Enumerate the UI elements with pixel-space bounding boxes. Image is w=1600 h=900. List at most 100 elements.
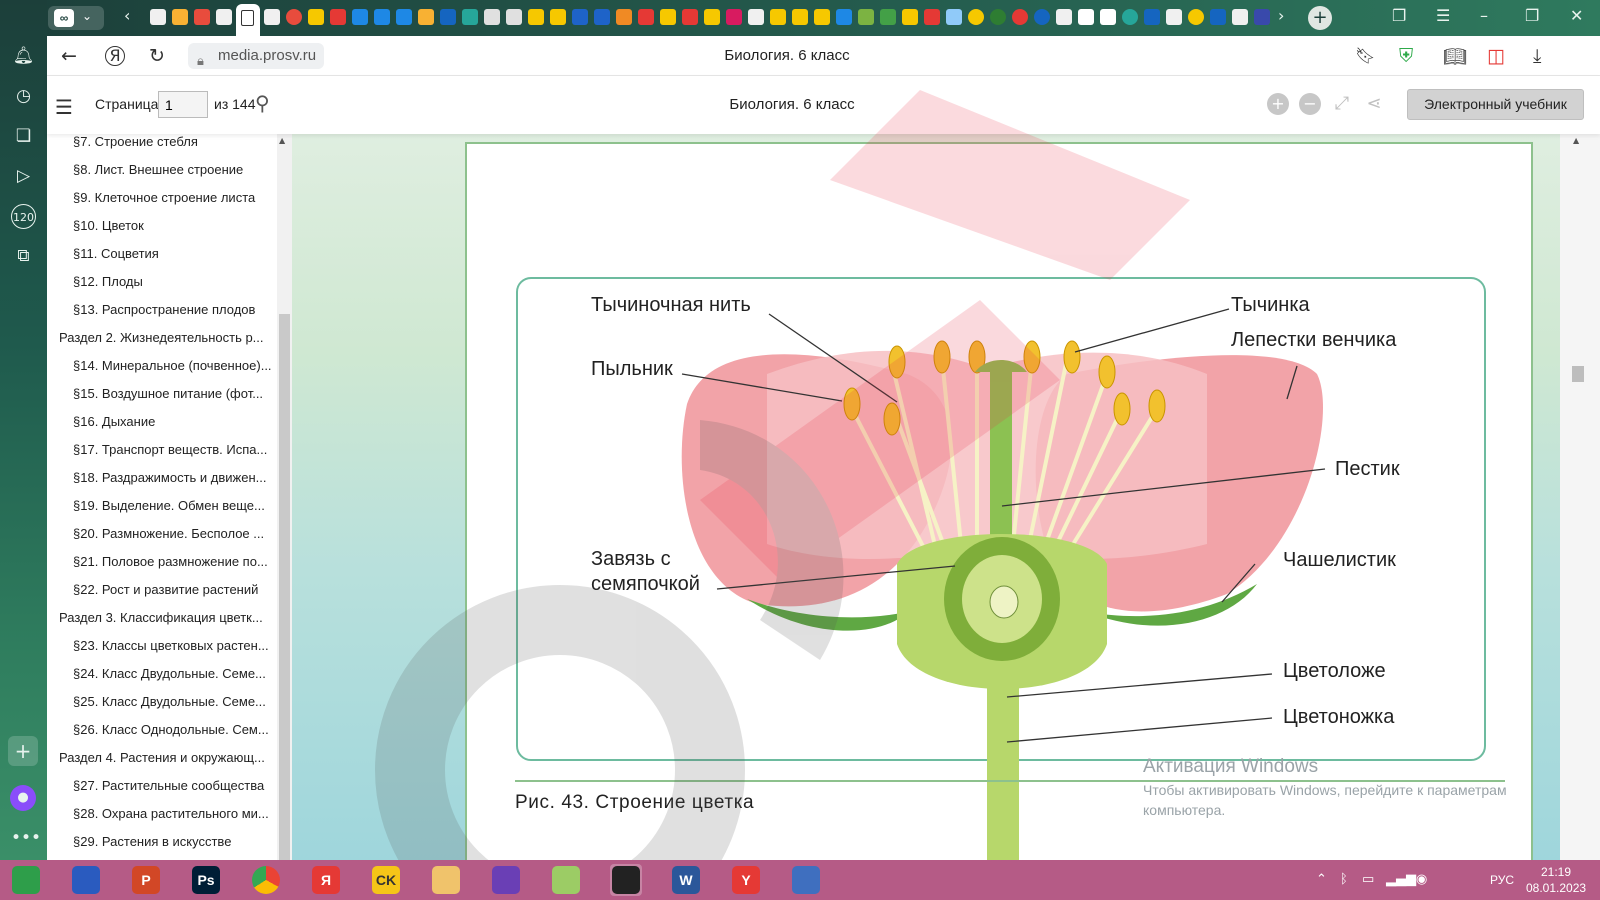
ebook-button[interactable]: Электронный учебник [1407, 89, 1584, 120]
clock[interactable]: 21:19 08.01.2023 [1526, 864, 1586, 896]
tab-favicon[interactable] [264, 9, 280, 25]
tab-favicon[interactable] [946, 9, 962, 25]
tab-favicon[interactable] [638, 9, 654, 25]
download-icon[interactable]: ⤓ [1533, 45, 1541, 67]
toc-item[interactable]: §28. Охрана растительного ми... [73, 806, 273, 828]
tab-favicon[interactable] [792, 9, 808, 25]
toc-item[interactable]: §23. Классы цветковых растен... [73, 638, 273, 660]
tab-favicon[interactable] [770, 9, 786, 25]
tab-favicon[interactable] [150, 9, 166, 25]
tab-favicon[interactable] [462, 9, 478, 25]
tab-favicon[interactable] [1056, 9, 1072, 25]
tab-favicon[interactable] [814, 9, 830, 25]
fullscreen-icon[interactable]: ⤢ [1331, 93, 1353, 115]
zoom-in-icon[interactable]: + [1267, 93, 1289, 115]
chrome-app[interactable] [250, 864, 282, 896]
scroll-up-icon[interactable]: ▲ [1573, 136, 1579, 145]
tab-favicon[interactable] [172, 9, 188, 25]
tab-favicon[interactable] [308, 9, 324, 25]
toc-item[interactable]: §17. Транспорт веществ. Испа... [73, 442, 273, 464]
bluetooth-icon[interactable]: ᛒ [1340, 872, 1348, 887]
tab-favicon[interactable] [748, 9, 764, 25]
tab-favicon[interactable] [1100, 9, 1116, 25]
alice-icon[interactable]: ● [10, 785, 36, 811]
tab-favicon[interactable] [216, 9, 232, 25]
powerpoint-app[interactable]: P [130, 864, 162, 896]
tab-favicon[interactable] [660, 9, 676, 25]
tab-favicon[interactable] [594, 9, 610, 25]
tabs-icon[interactable]: ❐ [1392, 6, 1406, 25]
volume-icon[interactable]: ◉ [1416, 872, 1427, 887]
toc-item[interactable]: §19. Выделение. Обмен веще... [73, 498, 273, 520]
tab-favicon[interactable] [682, 9, 698, 25]
toc-item[interactable]: §29. Растения в искусстве [73, 834, 273, 856]
add-panel-button[interactable]: + [8, 736, 38, 766]
extension-icon[interactable]: ◫ [1487, 45, 1505, 67]
toc-item[interactable]: §11. Соцветия [73, 246, 273, 268]
tab-favicon[interactable] [1188, 9, 1204, 25]
active-tab[interactable] [236, 4, 260, 36]
menu-icon[interactable]: ☰ [1436, 6, 1450, 25]
toc-item[interactable]: §27. Растительные сообщества [73, 778, 273, 800]
toc-scroll-thumb[interactable] [279, 314, 290, 860]
tab-favicon[interactable] [286, 9, 302, 25]
share-icon[interactable]: ⋖ [1363, 93, 1385, 115]
toc-item[interactable]: §12. Плоды [73, 274, 273, 296]
yandex-browser-app[interactable]: Я [310, 864, 342, 896]
word-app[interactable]: W [670, 864, 702, 896]
toc-item[interactable]: §25. Класс Двудольные. Семе... [73, 694, 273, 716]
tab-favicon[interactable] [726, 9, 742, 25]
toc-item[interactable]: Раздел 3. Классификация цветк... [59, 610, 274, 632]
tab-favicon[interactable] [858, 9, 874, 25]
close-icon[interactable]: ✕ [1570, 6, 1583, 25]
yandex-app[interactable]: Y [730, 864, 762, 896]
inkscape-app[interactable] [610, 864, 642, 896]
tab-favicon[interactable] [1210, 9, 1226, 25]
paint-app[interactable] [550, 864, 582, 896]
minimize-icon[interactable]: – [1480, 6, 1488, 25]
toc-item[interactable]: §7. Строение стебля [73, 134, 273, 156]
signal-icon[interactable]: ▂▄▆ [1386, 872, 1416, 887]
more-icon[interactable]: ••• [11, 826, 41, 851]
toc-scrollbar[interactable]: ▲ [277, 134, 292, 860]
archive-app[interactable] [70, 864, 102, 896]
tab-favicon[interactable] [902, 9, 918, 25]
toc-item[interactable]: Раздел 4. Растения и окружающ... [59, 750, 274, 772]
tab-favicon[interactable] [616, 9, 632, 25]
page-scrollbar[interactable]: ▲ [1560, 134, 1600, 860]
tab-favicon[interactable] [1144, 9, 1160, 25]
tab-favicon[interactable] [440, 9, 456, 25]
tab-favicon[interactable] [968, 9, 984, 25]
tab-favicon[interactable] [528, 9, 544, 25]
tab-favicon[interactable] [418, 9, 434, 25]
bell-icon[interactable]: 🔔︎ [11, 44, 36, 69]
toc-item[interactable]: §18. Раздражимость и движен... [73, 470, 273, 492]
tab-favicon[interactable] [194, 9, 210, 25]
toc-item[interactable]: §26. Класс Однодольные. Сем... [73, 722, 273, 744]
photoshop-app[interactable]: Ps [190, 864, 222, 896]
new-tab-button[interactable]: + [1308, 6, 1332, 30]
tab-favicon[interactable] [330, 9, 346, 25]
zoom-out-icon[interactable]: − [1299, 93, 1321, 115]
tabs-forward-icon[interactable]: › [1278, 6, 1284, 25]
shield-icon[interactable]: ⛨ [1399, 45, 1413, 67]
tab-favicon[interactable] [550, 9, 566, 25]
tab-favicon[interactable] [506, 9, 522, 25]
reading-list-icon[interactable]: 📖︎ [1443, 45, 1467, 68]
clover-app[interactable] [10, 864, 42, 896]
toc-item[interactable]: §15. Воздушное питание (фот... [73, 386, 273, 408]
tab-favicon[interactable] [374, 9, 390, 25]
tab-favicon[interactable] [1034, 9, 1050, 25]
visual-studio-app[interactable] [490, 864, 522, 896]
tab-favicon[interactable] [352, 9, 368, 25]
ck-app[interactable]: CK [370, 864, 402, 896]
tab-group-button[interactable]: ∞ ⌄ [48, 6, 104, 30]
toc-item[interactable]: §24. Класс Двудольные. Семе... [73, 666, 273, 688]
tab-favicon[interactable] [1012, 9, 1028, 25]
tab-favicon[interactable] [1078, 9, 1094, 25]
tab-favicon[interactable] [836, 9, 852, 25]
bookmark-icon[interactable]: 🔖︎ [1355, 46, 1375, 65]
tabs-back-icon[interactable]: ‹ [124, 6, 130, 25]
clock-icon[interactable]: ◷ [11, 84, 36, 109]
toc-item[interactable]: §9. Клеточное строение листа [73, 190, 273, 212]
